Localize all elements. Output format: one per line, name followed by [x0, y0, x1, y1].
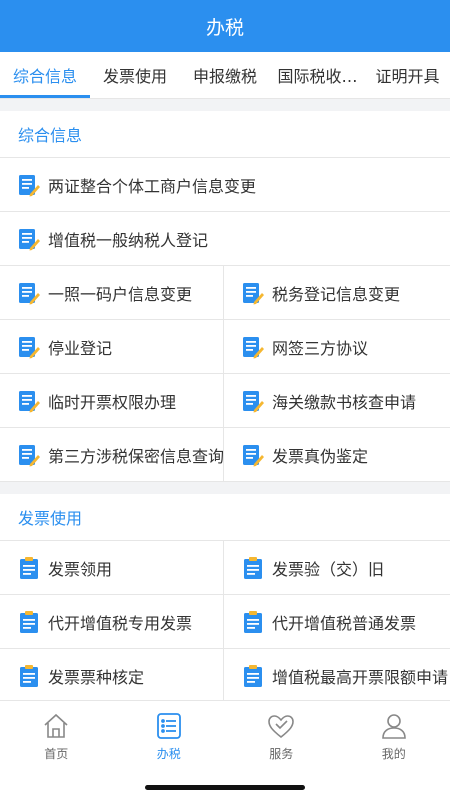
list-item[interactable]: 增值税一般纳税人登记 — [0, 212, 450, 266]
grid-item[interactable]: 发票真伪鉴定 — [224, 428, 450, 482]
clipboard-icon — [244, 610, 262, 633]
document-edit-icon — [19, 336, 40, 358]
grid-item[interactable]: 发票领用 — [0, 541, 224, 595]
nav-label: 办税 — [156, 746, 181, 761]
grid-item[interactable]: 第三方涉税保密信息查询 — [0, 428, 224, 482]
grid-item-label: 代开增值税普通发票 — [272, 613, 417, 633]
document-edit-icon — [243, 336, 264, 358]
grid-item[interactable]: 税务登记信息变更 — [224, 266, 450, 320]
heart-icon — [268, 714, 295, 738]
grid-item-label: 一照一码户信息变更 — [48, 284, 193, 304]
grid-item-label: 临时开票权限办理 — [48, 392, 177, 412]
grid-item[interactable]: 海关缴款书核查申请 — [224, 374, 450, 428]
app-header: 办税 — [0, 0, 450, 52]
grid-item-label: 第三方涉税保密信息查询 — [48, 446, 223, 466]
tab-certificate-issue[interactable]: 证明开具 — [365, 52, 450, 98]
grid-item[interactable]: 停业登记 — [0, 320, 224, 374]
service-grid: 一照一码户信息变更 税务登记信息变更 停业登记 网签三方协议 临时开票权限办理 … — [0, 266, 450, 482]
nav-label: 首页 — [44, 746, 69, 761]
grid-item[interactable]: 增值税最高开票限额申请 — [224, 649, 450, 703]
nav-label: 我的 — [381, 746, 406, 761]
section-gap — [0, 99, 450, 111]
section-invoice-use: 发票使用 发票领用 发票验（交）旧 代开增值税专用发票 代开增值税普通发票 发票… — [0, 494, 450, 703]
grid-item-label: 发票验（交）旧 — [272, 559, 385, 579]
grid-item[interactable]: 发票票种核定 — [0, 649, 224, 703]
nav-item-home[interactable]: 首页 — [0, 701, 113, 771]
section-title-comprehensive: 综合信息 — [0, 111, 450, 158]
bottom-nav: 首页 办税 服务 我的 — [0, 700, 450, 800]
nav-label: 服务 — [269, 746, 294, 761]
list-icon — [156, 712, 181, 739]
nav-item-mine[interactable]: 我的 — [338, 701, 450, 771]
document-edit-icon — [19, 228, 40, 250]
grid-item[interactable]: 代开增值税普通发票 — [224, 595, 450, 649]
home-indicator — [145, 785, 305, 790]
grid-item-label: 网签三方协议 — [272, 338, 369, 358]
grid-item[interactable]: 一照一码户信息变更 — [0, 266, 224, 320]
section-comprehensive-info: 综合信息 两证整合个体工商户信息变更 增值税一般纳税人登记 一照一码户信息变更 … — [0, 111, 450, 482]
grid-item-label: 代开增值税专用发票 — [48, 613, 193, 633]
document-edit-icon — [19, 390, 40, 412]
clipboard-icon — [20, 556, 38, 579]
tab-international-tax[interactable]: 国际税收… — [270, 52, 365, 98]
grid-item-label: 停业登记 — [48, 338, 113, 358]
document-edit-icon — [19, 174, 40, 196]
grid-item[interactable]: 发票验（交）旧 — [224, 541, 450, 595]
grid-item[interactable]: 临时开票权限办理 — [0, 374, 224, 428]
nav-item-tax[interactable]: 办税 — [113, 701, 226, 771]
tab-declare-pay-tax[interactable]: 申报缴税 — [180, 52, 270, 98]
tab-invoice-use[interactable]: 发票使用 — [90, 52, 180, 98]
clipboard-icon — [244, 556, 262, 579]
document-edit-icon — [19, 282, 40, 304]
grid-item-label: 发票真伪鉴定 — [272, 446, 369, 466]
home-icon — [44, 713, 68, 738]
document-edit-icon — [243, 282, 264, 304]
page-title: 办税 — [205, 16, 244, 39]
section-gap — [0, 482, 450, 494]
grid-item-label: 增值税最高开票限额申请 — [272, 667, 449, 687]
grid-item-label: 发票领用 — [48, 559, 113, 579]
clipboard-icon — [20, 610, 38, 633]
grid-item-label: 发票票种核定 — [48, 667, 145, 687]
list-item-label: 两证整合个体工商户信息变更 — [48, 176, 257, 196]
clipboard-icon — [20, 664, 38, 687]
service-grid: 发票领用 发票验（交）旧 代开增值税专用发票 代开增值税普通发票 发票票种核定 … — [0, 541, 450, 703]
section-title-invoice: 发票使用 — [0, 494, 450, 541]
list-item[interactable]: 两证整合个体工商户信息变更 — [0, 158, 450, 212]
nav-item-service[interactable]: 服务 — [225, 701, 338, 771]
list-item-label: 增值税一般纳税人登记 — [48, 230, 209, 250]
document-edit-icon — [243, 444, 264, 466]
document-edit-icon — [243, 390, 264, 412]
tab-comprehensive-info[interactable]: 综合信息 — [0, 52, 90, 98]
grid-item-label: 海关缴款书核查申请 — [272, 392, 417, 412]
category-tabs: 综合信息 发票使用 申报缴税 国际税收… 证明开具 — [0, 52, 450, 99]
grid-item[interactable]: 网签三方协议 — [224, 320, 450, 374]
person-icon — [381, 713, 406, 739]
grid-item[interactable]: 代开增值税专用发票 — [0, 595, 224, 649]
grid-item-label: 税务登记信息变更 — [272, 284, 401, 304]
document-edit-icon — [19, 444, 40, 466]
clipboard-icon — [244, 664, 262, 687]
